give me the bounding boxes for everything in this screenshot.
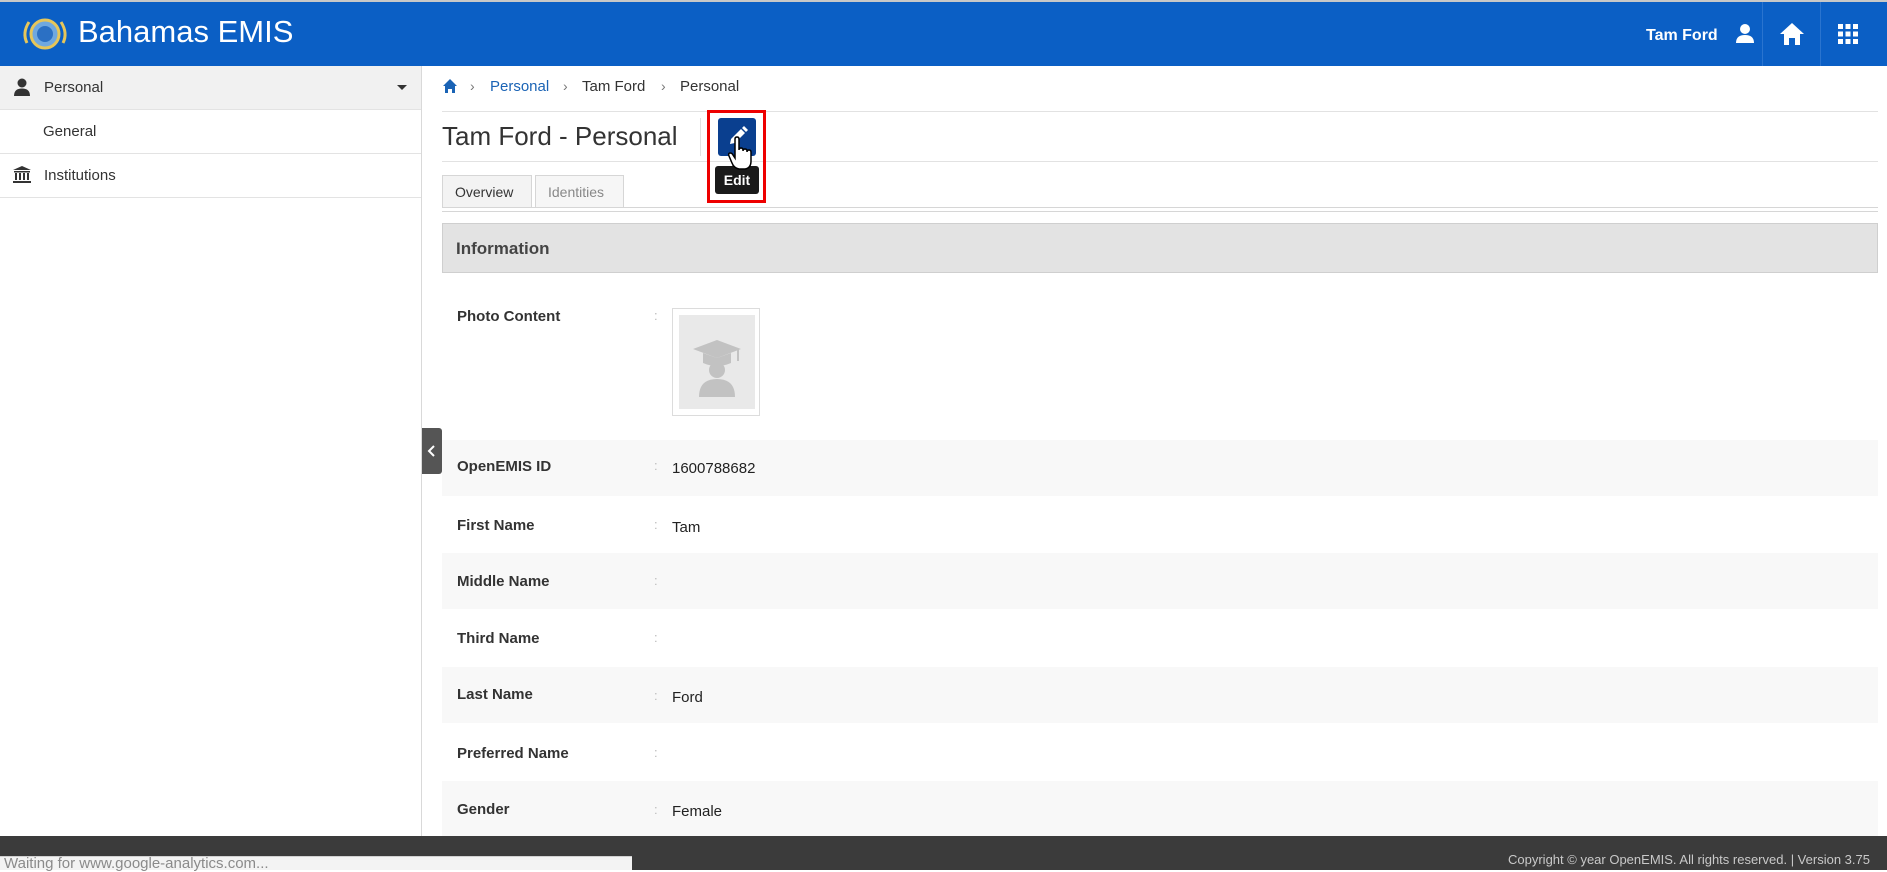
section-title: Information bbox=[456, 239, 550, 258]
user-name[interactable]: Tam Ford bbox=[1646, 27, 1718, 45]
field-row-third-name: Third Name : bbox=[442, 610, 1878, 666]
field-label: First Name bbox=[457, 517, 535, 534]
institution-icon bbox=[13, 166, 31, 183]
sidebar-item-institutions[interactable]: Institutions bbox=[0, 154, 421, 198]
field-colon: : bbox=[654, 802, 658, 817]
sidebar-item-label: General bbox=[43, 123, 97, 140]
field-colon: : bbox=[654, 745, 658, 760]
field-row-last-name: Last Name : Ford bbox=[442, 667, 1878, 723]
breadcrumb-separator: › bbox=[470, 78, 475, 94]
field-colon: : bbox=[654, 688, 658, 703]
field-value: Ford bbox=[672, 689, 703, 706]
field-row-first-name: First Name : Tam bbox=[442, 496, 1878, 552]
field-row-middle-name: Middle Name : bbox=[442, 553, 1878, 609]
field-colon: : bbox=[654, 630, 658, 645]
divider bbox=[442, 161, 1878, 162]
sidebar-item-label: Institutions bbox=[44, 167, 116, 184]
sidebar-item-label: Personal bbox=[44, 79, 104, 96]
breadcrumb-item: Tam Ford bbox=[582, 78, 646, 95]
user-icon bbox=[14, 78, 30, 96]
app-title[interactable]: Bahamas EMIS bbox=[78, 14, 293, 50]
emis-logo[interactable] bbox=[20, 13, 70, 55]
field-value: Female bbox=[672, 803, 723, 820]
field-label: Gender bbox=[457, 801, 510, 818]
tab-identities[interactable]: Identities bbox=[535, 175, 624, 207]
tab-overview[interactable]: Overview bbox=[442, 175, 532, 207]
field-label: Third Name bbox=[457, 630, 540, 647]
field-label: Last Name bbox=[457, 686, 533, 703]
sidebar: Personal General Institutions bbox=[0, 66, 422, 836]
status-text: Waiting for www.google-analytics.com... bbox=[4, 855, 269, 872]
field-label: Middle Name bbox=[457, 573, 550, 590]
chevron-left-icon bbox=[427, 445, 435, 457]
photo-content bbox=[672, 308, 760, 416]
breadcrumb-separator: › bbox=[563, 78, 568, 94]
header-divider bbox=[1762, 2, 1763, 66]
field-row-preferred-name: Preferred Name : bbox=[442, 724, 1878, 780]
tab-underline bbox=[442, 207, 1878, 212]
sidebar-item-personal[interactable]: Personal bbox=[0, 66, 421, 110]
divider bbox=[442, 111, 1878, 112]
field-value: 1600788682 bbox=[672, 460, 756, 477]
field-colon: : bbox=[654, 573, 658, 588]
field-colon: : bbox=[654, 308, 658, 323]
field-label: Preferred Name bbox=[457, 745, 569, 762]
hand-cursor-icon bbox=[727, 136, 752, 170]
field-label: Photo Content bbox=[457, 308, 561, 325]
chevron-down-icon bbox=[397, 85, 407, 90]
browser-status-bar: Waiting for www.google-analytics.com... bbox=[0, 855, 632, 872]
user-icon[interactable] bbox=[1734, 22, 1756, 44]
home-icon[interactable] bbox=[1778, 20, 1806, 48]
sidebar-collapse-button[interactable] bbox=[422, 428, 442, 474]
breadcrumb-link-personal[interactable]: Personal bbox=[490, 78, 549, 95]
field-value: Tam bbox=[672, 519, 701, 536]
apps-grid-icon[interactable] bbox=[1836, 22, 1860, 46]
breadcrumb-separator: › bbox=[661, 78, 666, 94]
sidebar-item-general[interactable]: General bbox=[0, 110, 421, 154]
section-header: Information bbox=[442, 223, 1878, 273]
breadcrumb-current: Personal bbox=[680, 78, 740, 95]
student-avatar-icon bbox=[693, 340, 741, 397]
field-colon: : bbox=[654, 458, 658, 473]
home-icon[interactable] bbox=[442, 78, 458, 94]
page-title: Tam Ford - Personal bbox=[442, 121, 678, 151]
field-row-openemis-id: OpenEMIS ID : 1600788682 bbox=[442, 440, 1878, 496]
field-row-photo: Photo Content : bbox=[442, 290, 1878, 420]
divider bbox=[700, 118, 701, 156]
field-colon: : bbox=[654, 517, 658, 532]
field-label: OpenEMIS ID bbox=[457, 458, 552, 475]
copyright-text: Copyright © year OpenEMIS. All rights re… bbox=[1508, 852, 1870, 867]
field-row-gender: Gender : Female bbox=[442, 781, 1878, 836]
top-bar: Bahamas EMIS Tam Ford bbox=[0, 0, 1887, 66]
header-divider bbox=[1820, 2, 1821, 66]
